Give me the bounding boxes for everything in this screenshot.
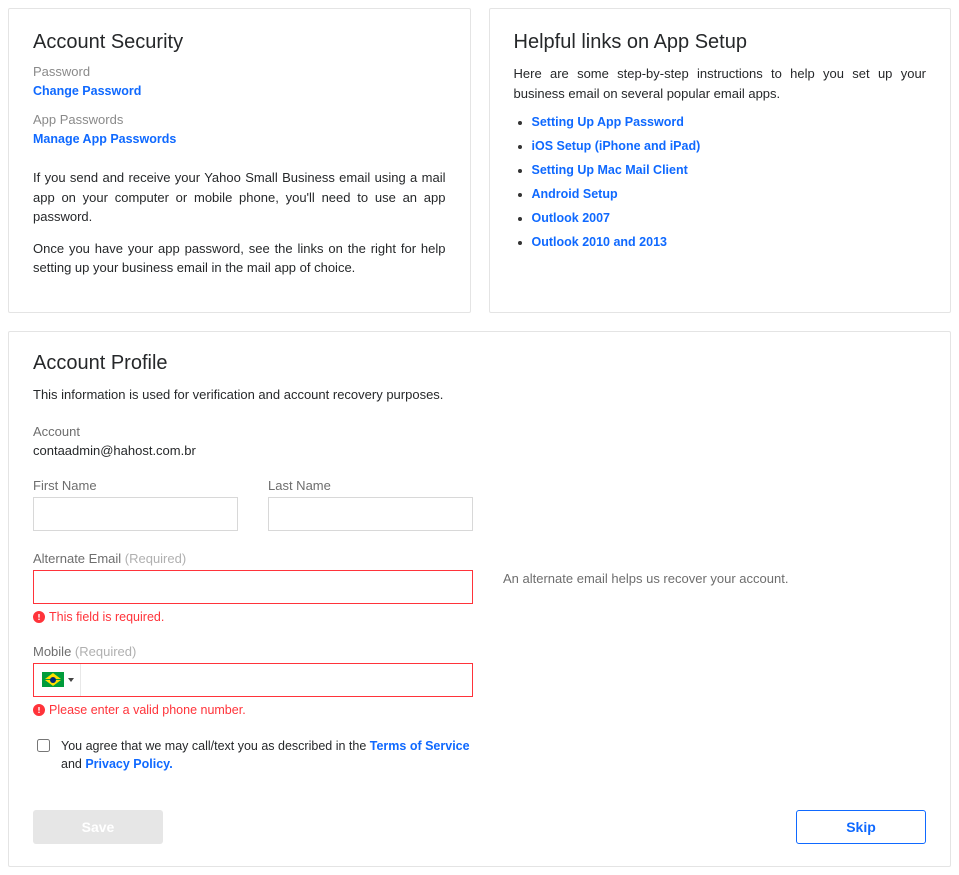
list-item: Outlook 2010 and 2013 <box>532 235 927 249</box>
skip-button[interactable]: Skip <box>796 810 926 844</box>
helpful-links-card: Helpful links on App Setup Here are some… <box>489 8 952 313</box>
alt-email-hint: An alternate email helps us recover your… <box>503 551 788 586</box>
list-item: iOS Setup (iPhone and iPad) <box>532 139 927 153</box>
list-item: Android Setup <box>532 187 927 201</box>
list-item: Setting Up Mac Mail Client <box>532 163 927 177</box>
change-password-link[interactable]: Change Password <box>33 84 141 98</box>
error-icon <box>33 611 45 623</box>
alt-email-error: This field is required. <box>33 610 473 624</box>
terms-of-service-link[interactable]: Terms of Service <box>370 739 470 753</box>
security-para-1: If you send and receive your Yahoo Small… <box>33 168 446 227</box>
last-name-label: Last Name <box>268 478 473 493</box>
save-button[interactable]: Save <box>33 810 163 844</box>
help-title: Helpful links on App Setup <box>514 31 927 54</box>
privacy-policy-link[interactable]: Privacy Policy. <box>85 757 172 771</box>
first-name-input[interactable] <box>33 497 238 531</box>
mobile-label: Mobile (Required) <box>33 644 473 659</box>
help-links-list: Setting Up App Password iOS Setup (iPhon… <box>514 115 927 249</box>
account-profile-card: Account Profile This information is used… <box>8 331 951 868</box>
account-label: Account <box>33 424 926 439</box>
flag-brazil-icon <box>42 672 64 687</box>
profile-description: This information is used for verificatio… <box>33 387 926 402</box>
consent-row: You agree that we may call/text you as d… <box>33 737 473 775</box>
list-item: Outlook 2007 <box>532 211 927 225</box>
last-name-input[interactable] <box>268 497 473 531</box>
alt-email-label: Alternate Email (Required) <box>33 551 473 566</box>
security-para-2: Once you have your app password, see the… <box>33 239 446 278</box>
password-label: Password <box>33 64 446 79</box>
alt-email-input[interactable] <box>33 570 473 604</box>
mobile-input-group <box>33 663 473 697</box>
mobile-input[interactable] <box>81 664 472 696</box>
help-intro: Here are some step-by-step instructions … <box>514 64 927 103</box>
help-link-0[interactable]: Setting Up App Password <box>532 115 684 129</box>
help-link-2[interactable]: Setting Up Mac Mail Client <box>532 163 688 177</box>
error-icon <box>33 704 45 716</box>
app-passwords-label: App Passwords <box>33 112 446 127</box>
list-item: Setting Up App Password <box>532 115 927 129</box>
first-name-label: First Name <box>33 478 238 493</box>
account-value: contaadmin@hahost.com.br <box>33 443 926 458</box>
help-link-5[interactable]: Outlook 2010 and 2013 <box>532 235 667 249</box>
country-selector[interactable] <box>34 664 81 696</box>
help-link-1[interactable]: iOS Setup (iPhone and iPad) <box>532 139 701 153</box>
chevron-down-icon <box>68 678 74 682</box>
manage-app-passwords-link[interactable]: Manage App Passwords <box>33 132 176 146</box>
consent-text: You agree that we may call/text you as d… <box>61 737 473 775</box>
help-link-3[interactable]: Android Setup <box>532 187 618 201</box>
security-title: Account Security <box>33 31 446 54</box>
consent-checkbox[interactable] <box>37 739 50 752</box>
account-security-card: Account Security Password Change Passwor… <box>8 8 471 313</box>
mobile-error: Please enter a valid phone number. <box>33 703 473 717</box>
help-link-4[interactable]: Outlook 2007 <box>532 211 611 225</box>
profile-title: Account Profile <box>33 352 926 375</box>
